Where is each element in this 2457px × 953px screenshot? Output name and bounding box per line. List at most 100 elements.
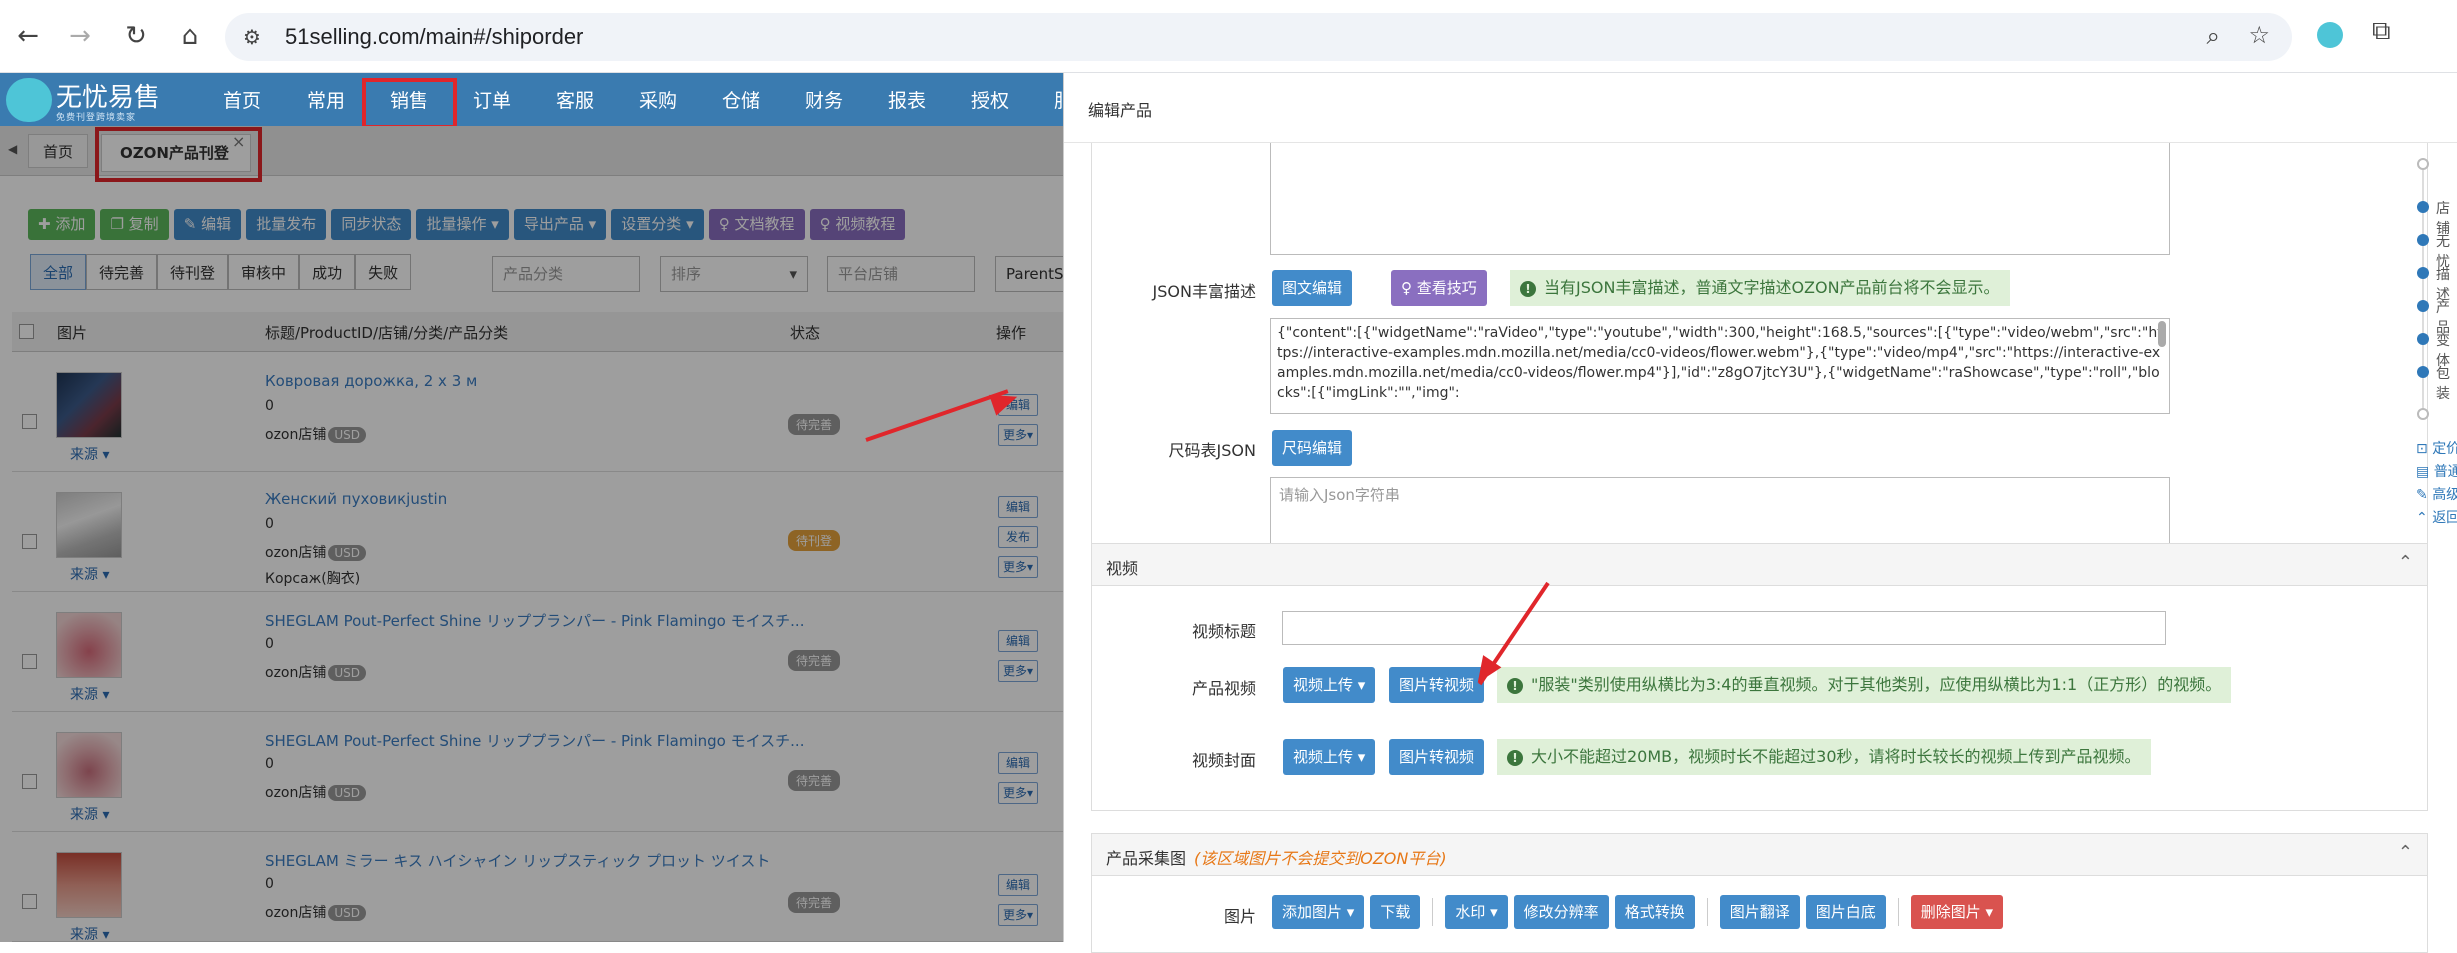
- add-image-label: 添加图片: [1282, 903, 1343, 921]
- product-video-tip: ! "服装"类别使用纵横比为3:4的垂直视频。对于其他类别，应使用纵横比为1:1（…: [1497, 667, 2232, 703]
- menu-warehouse[interactable]: 仓储: [722, 86, 760, 113]
- side-nav-dot: [2417, 333, 2429, 345]
- white-bg-button[interactable]: 图片白底: [1805, 895, 1886, 929]
- extension-icon[interactable]: [2317, 22, 2343, 48]
- image-to-video-button[interactable]: 图片转视频: [1389, 667, 1485, 703]
- modal-backdrop[interactable]: [0, 126, 1063, 942]
- cover-upload-label: 视频上传: [1293, 748, 1354, 766]
- gallery-image-label: 图片: [1223, 907, 1256, 926]
- video-title-label: 视频标题: [1191, 622, 1256, 641]
- gallery-section-header[interactable]: 产品采集图 (该区域图片不会提交到OZON平台) ⌃: [1092, 834, 2427, 876]
- menu-auth[interactable]: 授权: [971, 86, 1009, 113]
- side-link-back-label: 返回: [2432, 510, 2457, 526]
- cover-tip-text: 大小不能超过20MB，视频时长不能超过30秒，请将时长较长的视频上传到产品视频。: [1531, 747, 2141, 766]
- product-video-tip-text: "服装"类别使用纵横比为3:4的垂直视频。对于其他类别，应使用纵横比为1:1（正…: [1531, 675, 2222, 694]
- image-translate-button[interactable]: 图片翻译: [1719, 895, 1800, 929]
- add-image-button[interactable]: 添加图片 ▾: [1272, 895, 1365, 929]
- format-convert-button[interactable]: 格式转换: [1614, 895, 1695, 929]
- collapse-icon[interactable]: ⌃: [2398, 552, 2413, 573]
- view-tips-button[interactable]: ♀ 查看技巧: [1391, 270, 1487, 306]
- logo-octopus-icon: [6, 78, 52, 122]
- site-settings-icon[interactable]: ⚙: [243, 25, 261, 49]
- collapse-icon[interactable]: ⌃: [2398, 842, 2413, 863]
- video-cover-label: 视频封面: [1191, 751, 1256, 770]
- puzzle-icon[interactable]: ⧉: [2372, 16, 2391, 47]
- video-section-title: 视频: [1106, 559, 1139, 578]
- gallery-section-note: (该区域图片不会提交到OZON平台): [1194, 849, 1447, 868]
- menu-purchase[interactable]: 采购: [639, 86, 677, 113]
- side-link-pricing[interactable]: ⊡ 定价: [2416, 438, 2457, 458]
- download-button[interactable]: 下载: [1370, 895, 1421, 929]
- side-nav-item-package[interactable]: 包装: [2436, 363, 2457, 403]
- url-text: 51selling.com/main#/shiporder: [285, 24, 584, 49]
- video-title-input[interactable]: [1282, 611, 2166, 645]
- json-rich-textarea[interactable]: {"content":[{"widgetName":"raVideo","typ…: [1270, 318, 2170, 414]
- menu-finance[interactable]: 财务: [805, 86, 843, 113]
- side-link-advanced[interactable]: ✎ 高级: [2416, 484, 2457, 504]
- panel-title: 编辑产品: [1088, 101, 1153, 120]
- side-link-pricing-label: 定价: [2432, 441, 2457, 457]
- panel-header: 编辑产品: [1064, 73, 2457, 143]
- watermark-label: 水印: [1455, 903, 1486, 921]
- address-bar[interactable]: ⚙ 51selling.com/main#/shiporder ⌕ ☆: [225, 13, 2292, 61]
- info-icon: !: [1520, 281, 1536, 297]
- description-textarea[interactable]: [1270, 143, 2170, 255]
- delete-image-button[interactable]: 删除图片 ▾: [1910, 895, 2004, 929]
- textarea-scrollbar[interactable]: [2158, 321, 2166, 347]
- json-rich-tip: ! 当有JSON丰富描述，普通文字描述OZON产品前台将不会显示。: [1510, 270, 2010, 306]
- menu-common[interactable]: 常用: [307, 86, 345, 113]
- toolbar-divider: [1706, 898, 1708, 926]
- side-nav: 店铺 无忧 描述 产品 变体 包装 ⊡ 定价 ▤ 普通 ✎ 高级 ⌃ 返回: [2416, 158, 2457, 578]
- edit-product-panel: 编辑产品 JSON丰富描述 图文编辑 ♀ 查看技巧 ! 当有JSON丰富描述，普通…: [1063, 73, 2457, 953]
- browser-toolbar: ← → ↻ ⌂ ⚙ 51selling.com/main#/shiporder …: [0, 0, 2457, 73]
- zoom-icon[interactable]: ⌕: [2207, 22, 2220, 50]
- side-link-normal[interactable]: ▤ 普通: [2416, 461, 2457, 481]
- size-edit-button[interactable]: 尺码编辑: [1272, 430, 1353, 466]
- description-section: JSON丰富描述 图文编辑 ♀ 查看技巧 ! 当有JSON丰富描述，普通文字描述O…: [1091, 143, 2428, 591]
- info-icon: !: [1507, 678, 1523, 694]
- delete-image-label: 删除图片: [1920, 903, 1981, 921]
- side-nav-end-dot: [2417, 408, 2429, 420]
- gallery-section: 产品采集图 (该区域图片不会提交到OZON平台) ⌃ 图片 添加图片 ▾ 下载 …: [1091, 833, 2428, 953]
- cover-tip: ! 大小不能超过20MB，视频时长不能超过30秒，请将时长较长的视频上传到产品视频…: [1497, 739, 2151, 775]
- home-icon[interactable]: ⌂: [172, 18, 208, 54]
- toolbar-divider: [1897, 898, 1899, 926]
- view-tips-label: 查看技巧: [1416, 279, 1477, 297]
- side-nav-dot: [2417, 300, 2429, 312]
- gallery-toolbar: 添加图片 ▾ 下载 水印 ▾ 修改分辨率 格式转换 图片翻译 图片白底 删除图片…: [1272, 895, 2004, 929]
- side-link-normal-label: 普通: [2433, 464, 2457, 480]
- logo-title: 无忧易售: [56, 83, 161, 113]
- rich-edit-button[interactable]: 图文编辑: [1272, 270, 1353, 306]
- menu-orders[interactable]: 订单: [473, 86, 511, 113]
- menu-reports[interactable]: 报表: [888, 86, 926, 113]
- menu-service[interactable]: 客服: [556, 86, 594, 113]
- video-section: 视频 ⌃ 视频标题 产品视频 视频上传 ▾ 图片转视频 ! "服装"类别使用纵横比…: [1091, 543, 2428, 811]
- cover-upload-button[interactable]: 视频上传 ▾: [1283, 739, 1376, 775]
- cover-image-to-video-button[interactable]: 图片转视频: [1389, 739, 1485, 775]
- app-header: 无忧易售 免费刊登跨境卖家 首页 常用 销售 订单 客服 采购 仓储 财务 报表…: [0, 73, 1073, 129]
- side-nav-dot: [2417, 366, 2429, 378]
- json-rich-label: JSON丰富描述: [1152, 282, 1256, 301]
- side-nav-start-dot: [2417, 158, 2429, 170]
- size-json-label: 尺码表JSON: [1168, 441, 1256, 460]
- watermark-button[interactable]: 水印 ▾: [1445, 895, 1508, 929]
- back-icon[interactable]: ←: [10, 18, 46, 54]
- forward-icon[interactable]: →: [62, 18, 98, 54]
- video-upload-button[interactable]: 视频上传 ▾: [1283, 667, 1376, 703]
- side-link-advanced-label: 高级: [2432, 487, 2457, 503]
- video-section-header[interactable]: 视频 ⌃: [1092, 544, 2427, 586]
- side-nav-dot: [2417, 201, 2429, 213]
- info-icon: !: [1507, 750, 1523, 766]
- side-nav-dot: [2417, 267, 2429, 279]
- reload-icon[interactable]: ↻: [118, 18, 154, 54]
- side-link-back[interactable]: ⌃ 返回: [2416, 507, 2457, 527]
- star-icon[interactable]: ☆: [2248, 21, 2270, 49]
- menu-home[interactable]: 首页: [223, 86, 261, 113]
- side-nav-dot: [2417, 234, 2429, 246]
- toolbar-divider: [1432, 898, 1434, 926]
- menu-sales[interactable]: 销售: [390, 86, 428, 113]
- logo-subtitle: 免费刊登跨境卖家: [56, 113, 137, 123]
- gallery-section-title: 产品采集图: [1106, 849, 1187, 868]
- json-rich-tip-text: 当有JSON丰富描述，普通文字描述OZON产品前台将不会显示。: [1544, 278, 2000, 297]
- resize-button[interactable]: 修改分辨率: [1513, 895, 1609, 929]
